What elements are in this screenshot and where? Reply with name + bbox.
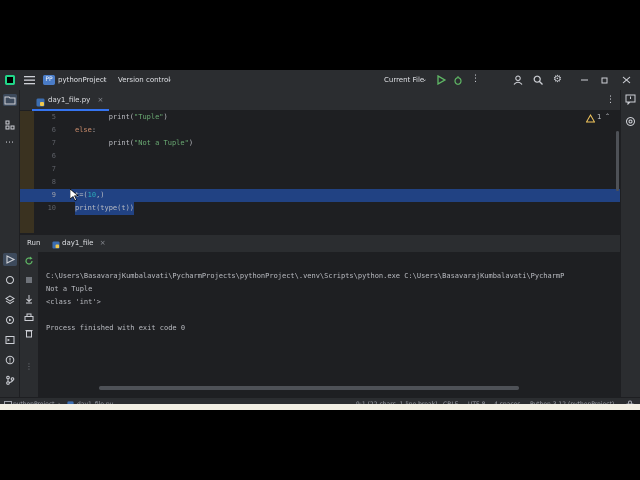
run-toolbar: ⋮ (20, 252, 38, 397)
profile-icon[interactable] (513, 75, 523, 85)
line-number: 7 (51, 139, 56, 147)
console-horizontal-scrollbar[interactable] (99, 386, 519, 390)
run-panel-header: Run day1_file × (20, 234, 620, 252)
console-line: <class 'int'> (46, 298, 101, 306)
line-number: 6 (51, 126, 56, 134)
right-tool-window-bar (620, 90, 640, 397)
code-line: 6 (20, 150, 620, 163)
chevron-down-icon: ⌄ (167, 76, 173, 83)
python-file-icon (36, 95, 45, 107)
code-line: 6 else: (20, 124, 620, 137)
run-icon[interactable] (436, 74, 447, 86)
project-folder-icon[interactable] (3, 94, 17, 106)
code-line: 7 print("Not a Tuple") (20, 137, 620, 150)
project-badge[interactable]: PP (43, 75, 55, 85)
python-packages-icon[interactable] (5, 275, 15, 285)
restore-icon[interactable] (600, 75, 609, 85)
run-tool-icon[interactable] (3, 253, 17, 266)
python-file-icon (52, 239, 60, 249)
line-number: 8 (51, 178, 56, 186)
code-editor[interactable]: 1 ⌃ 5 print("Tuple") 6 else: 7 print("No… (20, 111, 620, 233)
ide-window: PP pythonProject ⌄ Version control ⌄ Cur… (0, 70, 640, 410)
code-text: print("Not a Tuple") (75, 139, 194, 147)
console-line: Process finished with exit code 0 (46, 324, 186, 332)
problems-icon[interactable] (5, 355, 15, 365)
debug-icon[interactable] (453, 75, 463, 85)
string-literal: "Tuple" (134, 113, 164, 121)
project-name-dropdown[interactable]: pythonProject (58, 70, 106, 90)
structure-icon[interactable] (5, 120, 15, 130)
string-literal: "Not a Tuple" (134, 139, 189, 147)
number-literal: 10 (87, 191, 97, 199)
editor-tabs: day1_file.py × ⋮ (20, 90, 620, 111)
taskbar-strip (0, 404, 640, 410)
more-tools-icon[interactable]: ⋯ (5, 138, 14, 148)
close-icon[interactable]: × (100, 239, 106, 247)
code-line: 5 print("Tuple") (20, 111, 620, 124)
close-icon[interactable]: × (98, 96, 104, 104)
print-icon[interactable] (24, 313, 34, 323)
layers-icon[interactable] (5, 295, 15, 305)
run-config-dropdown[interactable]: Current File (384, 70, 424, 90)
more-actions-icon[interactable]: ⋮ (471, 74, 480, 85)
chevron-down-icon: ⌄ (422, 76, 428, 83)
pycharm-logo-icon[interactable] (4, 74, 16, 86)
tab-day1-file[interactable]: day1_file.py × (32, 90, 110, 111)
trash-icon[interactable] (24, 328, 34, 338)
search-icon[interactable] (533, 75, 543, 85)
settings-gear-icon[interactable]: ⚙ (553, 73, 562, 86)
tab-run-config[interactable]: day1_file × (50, 235, 110, 252)
code-line-selected: 10 print(type(t)) (20, 202, 620, 215)
code-line: 7 (20, 163, 620, 176)
scroll-to-end-icon[interactable] (24, 294, 34, 304)
code-text: print("Tuple") (75, 113, 168, 121)
left-tool-window-bar: ⋯ (0, 90, 20, 397)
close-icon[interactable] (622, 75, 631, 85)
ai-assistant-icon[interactable] (625, 116, 636, 127)
services-icon[interactable] (5, 315, 15, 325)
rerun-icon[interactable] (24, 256, 34, 266)
code-line: 8 (20, 176, 620, 189)
mouse-cursor-icon (69, 188, 79, 201)
editor-scrollbar[interactable] (616, 131, 619, 191)
title-bar: PP pythonProject ⌄ Version control ⌄ Cur… (0, 70, 640, 91)
line-number: 6 (51, 152, 56, 160)
code-text: else: (75, 126, 97, 134)
notifications-icon[interactable] (625, 94, 636, 106)
terminal-icon[interactable] (5, 335, 15, 345)
line-number: 5 (51, 113, 56, 121)
stop-icon[interactable] (24, 275, 34, 285)
git-icon[interactable] (5, 375, 15, 385)
console-line: C:\Users\BasavarajKumbalavati\PycharmPro… (46, 272, 565, 280)
main-menu-icon[interactable] (24, 75, 35, 85)
code-text: t=(10,) (75, 191, 105, 199)
line-number: 7 (51, 165, 56, 173)
version-control-dropdown[interactable]: Version control (118, 70, 170, 90)
console-line: Not a Tuple (46, 285, 93, 293)
line-number: 9 (51, 191, 56, 199)
run-tab-label: day1_file (62, 239, 94, 247)
tab-label: day1_file.py (48, 96, 91, 104)
chevron-down-icon: ⌄ (102, 76, 108, 83)
minimize-icon[interactable] (580, 75, 589, 85)
line-number: 10 (47, 204, 56, 212)
more-tabs-icon[interactable]: ⋮ (606, 95, 615, 105)
code-line-selected: 9 t=(10,) (20, 189, 620, 202)
run-panel-title: Run (27, 239, 41, 247)
keyword: else (75, 126, 92, 134)
more-options-icon[interactable]: ⋮ (25, 362, 33, 371)
code-text: print(type(t)) (75, 202, 135, 215)
run-console-output[interactable]: C:\Users\BasavarajKumbalavati\PycharmPro… (39, 252, 620, 397)
